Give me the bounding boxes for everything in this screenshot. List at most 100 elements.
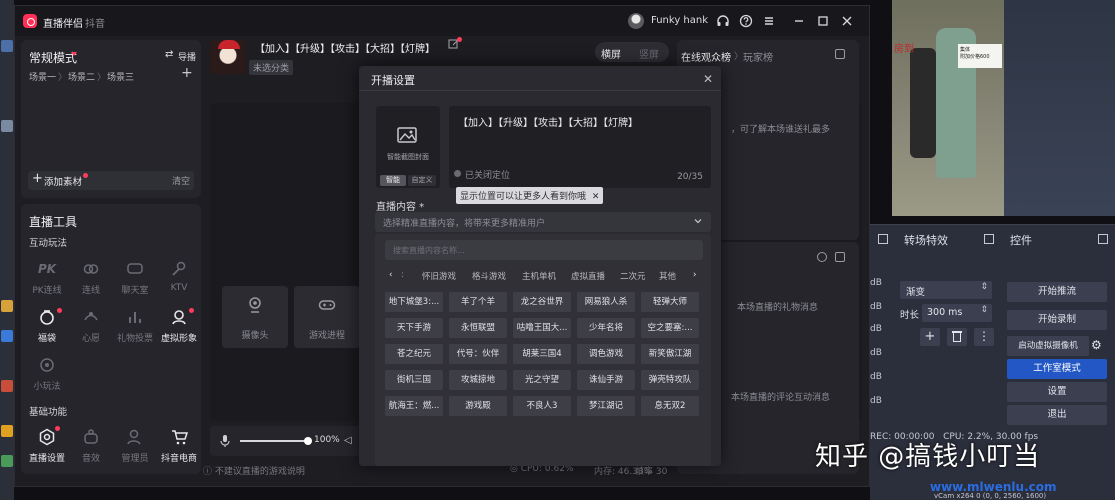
exit-button[interactable]: 退出 xyxy=(1007,405,1107,425)
more-icon[interactable]: ⋮ xyxy=(974,328,994,346)
close-icon[interactable]: ✕ xyxy=(592,192,600,202)
game-option[interactable]: 苍之纪元 xyxy=(385,344,443,364)
game-option[interactable]: 轻弹大师 xyxy=(641,292,699,312)
source-camera[interactable]: 摄像头 xyxy=(222,286,288,348)
tab-online-audience[interactable]: 在线观众榜 xyxy=(681,49,731,64)
minimize-icon[interactable] xyxy=(792,14,806,28)
category-tab[interactable]: 二次元 xyxy=(620,270,646,282)
game-option[interactable]: 龙之谷世界 xyxy=(513,292,571,312)
desktop-icon[interactable] xyxy=(1,380,13,392)
start-streaming-button[interactable]: 开始推流 xyxy=(1007,282,1107,302)
game-option[interactable]: 光之守望 xyxy=(513,370,571,390)
cover-picker[interactable]: 智能截图封面 智能 自定义 xyxy=(376,106,440,188)
game-option[interactable]: 地下城堡3:... xyxy=(385,292,443,312)
tab-player-rank[interactable]: 玩家榜 xyxy=(743,49,773,64)
undock-icon[interactable] xyxy=(878,234,888,244)
tool-wish[interactable]: 心愿 xyxy=(69,308,113,344)
game-option[interactable]: 街机三国 xyxy=(385,370,443,390)
maximize-icon[interactable] xyxy=(816,14,830,28)
plus-icon[interactable]: + xyxy=(32,171,43,186)
gear-icon[interactable]: ⚙ xyxy=(1091,338,1105,352)
add-scene-icon[interactable]: + xyxy=(181,65,193,81)
game-option[interactable]: 攻城掠地 xyxy=(449,370,507,390)
chevron-right-icon[interactable]: › xyxy=(693,270,696,280)
game-option[interactable]: 网易狼人杀 xyxy=(577,292,635,312)
popout-icon[interactable] xyxy=(835,49,845,59)
category-tab[interactable]: 格斗游戏 xyxy=(472,270,506,282)
game-option[interactable]: 游戏殿 xyxy=(449,396,507,416)
add-material-button[interactable]: 添加素材 xyxy=(44,174,82,188)
desktop-icon[interactable] xyxy=(1,120,13,132)
undock-icon[interactable] xyxy=(984,234,994,244)
tool-virtual-avatar[interactable]: 虚拟形象 xyxy=(157,308,201,344)
speaker-icon[interactable]: ◁ xyxy=(344,435,352,446)
tool-ktv[interactable]: KTV xyxy=(157,260,201,293)
undock-icon[interactable] xyxy=(1098,234,1108,244)
streamer-avatar[interactable] xyxy=(210,40,246,74)
basic-sound-effects[interactable]: 音效 xyxy=(69,428,113,464)
game-option[interactable]: 息无双2 xyxy=(641,396,699,416)
clear-button[interactable]: 清空 xyxy=(172,174,190,187)
edit-icon[interactable] xyxy=(448,37,462,50)
filter-icon[interactable] xyxy=(817,252,827,262)
desktop-icon[interactable] xyxy=(1,300,13,312)
mode-label[interactable]: 常规模式 xyxy=(29,49,77,66)
desktop-icon[interactable] xyxy=(1,330,13,342)
desktop-icon[interactable] xyxy=(1,455,13,467)
mic-icon[interactable] xyxy=(220,434,230,448)
tool-link[interactable]: 连线 xyxy=(69,260,113,296)
portrait-option[interactable]: 竖屏 xyxy=(639,46,659,61)
category-tab[interactable]: 主机单机 xyxy=(522,270,556,282)
game-option[interactable]: 不良人3 xyxy=(513,396,571,416)
chevron-down-icon[interactable] xyxy=(71,52,77,56)
cover-smart-option[interactable]: 智能 xyxy=(380,175,406,186)
game-option[interactable]: 代号：伙伴 xyxy=(449,344,507,364)
game-option[interactable]: 天下手游 xyxy=(385,318,443,338)
desktop-icon[interactable] xyxy=(1,40,13,52)
game-option[interactable]: 新笑傲江湖 xyxy=(641,344,699,364)
landscape-option[interactable]: 横屏 xyxy=(601,46,621,61)
category-tab[interactable]: 怀旧游戏 xyxy=(422,270,456,282)
game-option[interactable]: 诛仙手游 xyxy=(577,370,635,390)
username[interactable]: Funky hank xyxy=(651,15,708,26)
volume-slider[interactable] xyxy=(240,440,308,442)
game-option[interactable]: 梦江湖记 xyxy=(577,396,635,416)
category-tag[interactable]: 未选分类 xyxy=(249,60,294,75)
game-option[interactable]: 羊了个羊 xyxy=(449,292,507,312)
transition-select[interactable]: 渐变 ⇕ xyxy=(900,281,992,299)
headset-icon[interactable] xyxy=(716,14,730,28)
tool-lucky-bag[interactable]: 福袋 xyxy=(25,308,69,344)
settings-button[interactable]: 设置 xyxy=(1007,382,1107,402)
category-tab[interactable]: 其他 xyxy=(659,270,676,282)
scene-tab[interactable]: 场景一 xyxy=(29,70,56,83)
tool-pk[interactable]: PK PK连线 xyxy=(25,260,69,296)
game-option[interactable]: 调色游戏 xyxy=(577,344,635,364)
category-tab[interactable]: 虚拟直播 xyxy=(571,270,605,282)
basic-ecommerce[interactable]: 抖音电商 xyxy=(157,428,201,464)
tool-chatroom[interactable]: 聊天室 xyxy=(113,260,157,296)
volume-handle[interactable] xyxy=(304,437,312,445)
add-transition-button[interactable]: + xyxy=(920,328,940,346)
help-icon[interactable] xyxy=(739,14,753,28)
game-option[interactable]: 航海王：燃... xyxy=(385,396,443,416)
avatar[interactable] xyxy=(628,13,644,29)
chevron-left-icon[interactable]: ‹ xyxy=(389,270,392,280)
scene-tab[interactable]: 场景三 xyxy=(107,70,134,83)
desktop-icon[interactable] xyxy=(1,425,13,437)
game-option[interactable]: 胡莱三国4 xyxy=(513,344,571,364)
game-option[interactable]: 永恒联盟 xyxy=(449,318,507,338)
menu-icon[interactable] xyxy=(762,14,776,28)
duration-input[interactable]: 300 ms ⇕ xyxy=(922,304,992,322)
import-button[interactable]: 导播 xyxy=(178,50,196,63)
start-recording-button[interactable]: 开始录制 xyxy=(1007,310,1107,330)
content-select[interactable]: 选择精准直播内容，将带来更多精准用户 xyxy=(375,212,711,232)
game-option[interactable]: 少年名将 xyxy=(577,318,635,338)
source-game-process[interactable]: 游戏进程 xyxy=(294,286,360,348)
game-option[interactable]: 空之要塞:... xyxy=(641,318,699,338)
studio-mode-button[interactable]: 工作室模式 xyxy=(1007,359,1107,379)
basic-admin[interactable]: 管理员 xyxy=(113,428,157,464)
content-search-input[interactable]: 搜索直播内容名称... xyxy=(385,240,703,260)
cover-custom-option[interactable]: 自定义 xyxy=(408,175,436,186)
start-virtual-camera-button[interactable]: 启动虚拟摄像机 xyxy=(1007,336,1089,356)
basic-live-settings[interactable]: 直播设置 xyxy=(25,428,69,464)
